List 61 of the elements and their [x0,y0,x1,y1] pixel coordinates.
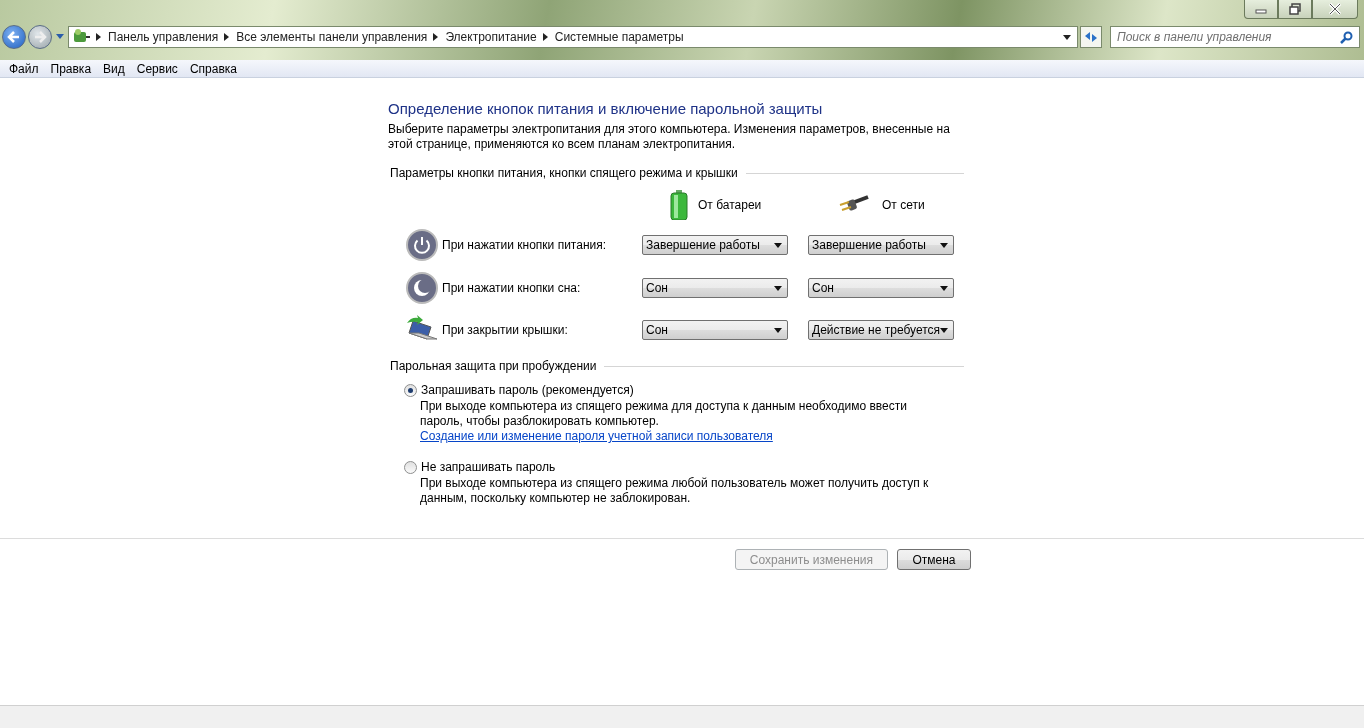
dialog-button[interactable]: Отмена [897,549,971,570]
recent-pages-icon[interactable] [56,34,64,40]
restore-icon [1288,3,1302,15]
moon-button-icon [406,272,438,304]
setting-label: При закрытии крышки: [442,323,569,337]
dropdown[interactable]: Сон [642,320,788,340]
caret-icon [940,242,948,248]
menu-item[interactable]: Справка [183,61,243,76]
minimize-button[interactable] [1244,0,1278,19]
radio-button[interactable] [404,460,417,474]
refresh-button[interactable] [1080,26,1102,48]
section-heading: Параметры кнопки питания, кнопки спящего режима и крышки [390,166,738,180]
option-description: При выходе компьютера из спящего режима для доступа к данным необходимо ввести пароль, чтобы разблокировать компьютер. Создание или изменение пароля учетной записи пользователя [420,399,908,444]
dropdown[interactable]: Сон [642,278,788,298]
breadcrumb[interactable]: Панель управления [108,30,219,44]
menu-item[interactable]: Вид [97,61,131,76]
forward-button[interactable] [28,25,52,49]
search-field[interactable]: Поиск в панели управления [1110,26,1360,48]
page-description: Выберите параметры электропитания для этого компьютера. Изменения параметров, внесенные на этой странице, применяются ко всем планам электропитания. [388,122,951,152]
dropdown[interactable]: Сон [808,278,954,298]
forward-arrow-icon [33,30,47,44]
option-label[interactable]: Не запрашивать пароль [421,460,556,474]
refresh-icon [1084,31,1098,43]
column-heading: От батареи [698,198,762,212]
column-heading: От сети [882,198,925,212]
setting-label: При нажатии кнопки сна: [442,281,582,295]
breadcrumb[interactable]: Все элементы панели управления [236,30,428,44]
restore-button[interactable] [1278,0,1312,19]
dropdown[interactable]: Завершение работы [808,235,954,255]
page-title: Определение кнопок питания и включение парольной защиты [388,100,824,117]
dropdown[interactable]: Действие не требуется [808,320,954,340]
back-arrow-icon [7,30,21,44]
address-bar[interactable]: Панель управления Все элементы панели управления Электропитание Системные параметры [68,26,1078,48]
chevron-icon [433,33,440,41]
radio-button[interactable] [404,383,417,397]
caret-icon [774,327,782,333]
setting-label: При нажатии кнопки питания: [442,238,608,252]
account-password-link[interactable]: Создание или изменение пароля учетной записи пользователя [420,429,773,443]
back-button[interactable] [2,25,26,49]
caret-icon [774,242,782,248]
menu-item[interactable]: Файл [3,61,45,76]
power-button-icon [406,229,438,261]
option-description: При выходе компьютера из спящего режима любой пользователь может получить доступ к данным, поскольку компьютер не заблокирован. [420,476,930,506]
breadcrumb[interactable]: Электропитание [445,30,537,44]
close-icon [1328,3,1342,15]
battery-icon [670,190,688,220]
dropdown[interactable]: Завершение работы [642,235,788,255]
menu-item[interactable]: Правка [44,61,98,76]
chevron-icon [96,33,102,41]
option-label[interactable]: Запрашивать пароль (рекомендуется) [421,383,634,397]
caret-icon [774,285,782,291]
caret-icon [940,327,948,333]
caret-icon [940,285,948,291]
search-icon[interactable] [1340,30,1353,44]
chevron-icon [224,33,231,41]
breadcrumb[interactable]: Системные параметры [554,30,684,44]
section-heading: Парольная защита при пробуждении [390,359,597,373]
menu-item[interactable]: Сервис [130,61,184,76]
chevron-icon [542,33,549,41]
close-button[interactable] [1312,0,1358,19]
dropdown-caret-icon[interactable] [1063,34,1071,40]
